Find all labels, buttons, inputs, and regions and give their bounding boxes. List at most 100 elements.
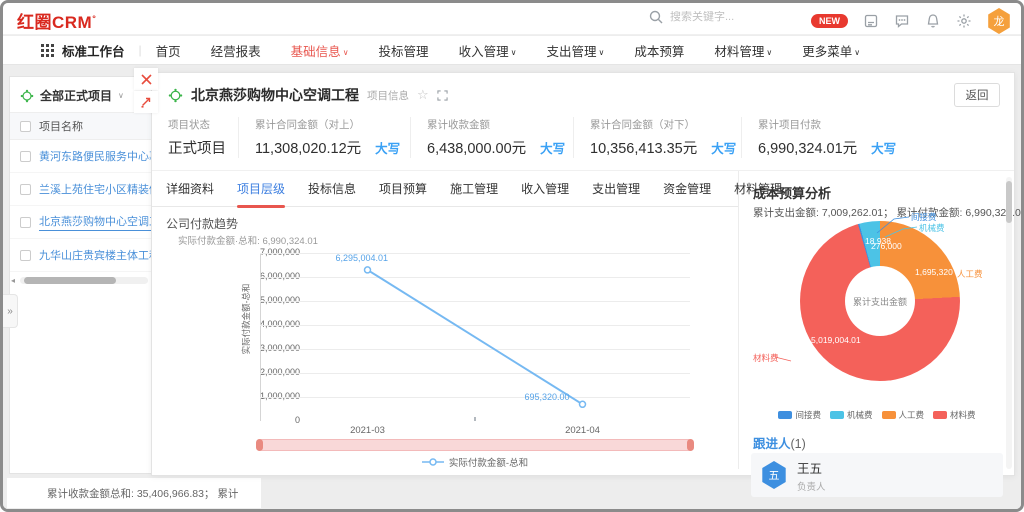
capitalized-link[interactable]: 大写	[375, 138, 400, 157]
stat-project-status: 项目状态 正式项目	[152, 117, 238, 158]
project-list-panel: 全部正式项目 ∨ 项目名称 黄河东路便民服务中心幕... 兰溪上苑住宅小区精装修…	[9, 76, 153, 474]
tab-construction[interactable]: 施工管理	[450, 171, 498, 207]
main-nav: 标准工作台 | 首页 经营报表 基础信息∨ 投标管理 收入管理∨ 支出管理∨ 成…	[3, 36, 1021, 65]
follower-role: 负责人	[797, 479, 826, 493]
nav-item-reports[interactable]: 经营报表	[211, 41, 261, 60]
tab-funds[interactable]: 资金管理	[663, 171, 711, 207]
slice-value-machinery: 276,000	[871, 241, 902, 251]
project-link[interactable]: 兰溪上苑住宅小区精装修...	[39, 181, 152, 197]
user-avatar[interactable]: 龙	[987, 8, 1011, 34]
tab-bidding[interactable]: 投标信息	[308, 171, 356, 207]
chevron-down-icon: ∨	[343, 48, 349, 57]
capitalized-link[interactable]: 大写	[711, 138, 736, 157]
tab-hierarchy[interactable]: 项目层级	[237, 171, 285, 207]
legend-marker-icon	[422, 457, 444, 467]
nav-item-cost-budget[interactable]: 成本预算	[634, 41, 684, 60]
scrollbar-thumb[interactable]	[24, 277, 116, 284]
stat-received: 累计收款金额 6,438,000.00元大写	[410, 117, 573, 158]
swatch	[830, 411, 844, 419]
close-button[interactable]	[134, 68, 158, 90]
workbench-label[interactable]: 标准工作台	[62, 41, 125, 60]
trend-line-svg	[260, 253, 690, 421]
nav-item-expense[interactable]: 支出管理∨	[546, 41, 604, 60]
capitalized-link[interactable]: 大写	[871, 138, 896, 157]
notes-icon[interactable]	[863, 13, 879, 29]
follower-card[interactable]: 五 王五 负责人	[751, 453, 1003, 497]
tab-budget[interactable]: 项目预算	[379, 171, 427, 207]
table-row-selected: 北京燕莎购物中心空调工程	[10, 206, 152, 239]
expand-arrow-icon	[140, 96, 152, 108]
legend-label: 实际付款金额-总和	[449, 455, 528, 469]
legend-item-machinery[interactable]: 机械费	[830, 409, 873, 421]
plot-area: 6,295,004.01 695,320.00 2021-03 2021-04	[260, 253, 690, 421]
content-area: 全部正式项目 ∨ 项目名称 黄河东路便民服务中心幕... 兰溪上苑住宅小区精装修…	[3, 66, 1021, 509]
scrollbar-thumb[interactable]	[1006, 181, 1012, 223]
zoom-handle-left[interactable]	[256, 439, 263, 451]
sidebar-collapse-handle[interactable]: »	[3, 294, 18, 328]
project-link[interactable]: 九华山庄贵宾楼主体工程	[39, 247, 152, 263]
slice-label-labor: 人工费	[957, 268, 983, 280]
nav-item-bidding[interactable]: 投标管理	[379, 41, 429, 60]
project-filter-label[interactable]: 全部正式项目	[40, 87, 112, 104]
cost-panel-title: 成本预算分析	[753, 183, 831, 202]
data-zoom-slider[interactable]	[256, 439, 694, 451]
totals-text: 累计收款金额总和: 35,406,966.83； 累计	[47, 486, 238, 501]
cost-analysis-panel: 成本预算分析 累计支出金额: 7,009,262.01； 累计付款金额: 6,9…	[739, 171, 1014, 469]
app-grid-icon[interactable]	[41, 44, 54, 57]
data-point-label: 695,320.00	[525, 392, 570, 402]
nav-item-basic-info[interactable]: 基础信息∨	[291, 41, 349, 60]
back-button[interactable]: 返回	[954, 83, 1000, 107]
row-checkbox[interactable]	[20, 184, 31, 195]
scroll-left-arrow[interactable]: ◂	[11, 276, 15, 285]
cost-donut-chart: 累计支出金额 间接费 机械费 人工费 材料费 18,938	[739, 211, 1015, 407]
row-checkbox[interactable]	[20, 151, 31, 162]
tab-expense[interactable]: 支出管理	[592, 171, 640, 207]
expand-button[interactable]	[134, 91, 158, 113]
capitalized-link[interactable]: 大写	[540, 138, 565, 157]
project-link[interactable]: 北京燕莎购物中心空调工程	[39, 213, 152, 231]
project-icon	[168, 88, 183, 103]
project-link[interactable]: 黄河东路便民服务中心幕...	[39, 148, 152, 164]
row-checkbox[interactable]	[20, 217, 31, 228]
app-window: 红圈CRM° NEW 龙 标准工作台 | 首页 经营报表 基础信息∨ 投标管理 …	[0, 0, 1024, 512]
chart-legend[interactable]: 实际付款金额-总和	[260, 455, 690, 469]
close-icon	[141, 74, 152, 85]
tab-income[interactable]: 收入管理	[521, 171, 569, 207]
bell-icon[interactable]	[925, 13, 941, 29]
select-all-checkbox[interactable]	[20, 121, 31, 132]
chart-subtitle: 实际付款金额·总和: 6,990,324.01	[178, 233, 318, 247]
new-badge[interactable]: NEW	[811, 14, 848, 28]
swatch	[778, 411, 792, 419]
list-totals-bar: 累计收款金额总和: 35,406,966.83； 累计	[7, 478, 261, 508]
legend-item-indirect[interactable]: 间接费	[778, 409, 821, 421]
nav-item-more[interactable]: 更多菜单∨	[802, 41, 860, 60]
row-checkbox[interactable]	[20, 250, 31, 261]
messages-icon[interactable]	[894, 13, 910, 29]
table-row: 黄河东路便民服务中心幕...	[10, 140, 152, 173]
zoom-handle-right[interactable]	[687, 439, 694, 451]
nav-item-home[interactable]: 首页	[156, 41, 181, 60]
stat-paid: 累计项目付款 6,990,324.01元大写	[741, 117, 911, 158]
fullscreen-icon[interactable]	[437, 90, 448, 101]
favorite-star-icon[interactable]: ☆	[417, 87, 429, 103]
x-tick: 2021-03	[350, 425, 385, 436]
legend-item-labor[interactable]: 人工费	[882, 409, 925, 421]
tab-details[interactable]: 详细资料	[166, 171, 214, 207]
search-input[interactable]	[670, 11, 790, 23]
chevron-down-icon[interactable]: ∨	[118, 91, 124, 100]
nav-item-materials[interactable]: 材料管理∨	[714, 41, 772, 60]
global-search[interactable]	[648, 9, 790, 25]
gear-icon[interactable]	[956, 13, 972, 29]
legend-item-material[interactable]: 材料费	[933, 409, 976, 421]
nav-item-income[interactable]: 收入管理∨	[459, 41, 517, 60]
follower-section-title: 跟进人(1)	[753, 433, 806, 452]
slice-value-labor: 1,695,320	[915, 267, 953, 277]
follower-name: 王五	[797, 458, 826, 477]
horizontal-scrollbar[interactable]: ◂	[10, 276, 152, 285]
project-scope-icon	[20, 89, 34, 103]
column-header-label: 项目名称	[39, 118, 83, 134]
x-tick: 2021-04	[565, 425, 600, 436]
vertical-scrollbar[interactable]	[1006, 177, 1012, 469]
page-title: 北京燕莎购物中心空调工程	[191, 85, 359, 105]
project-detail-panel: 北京燕莎购物中心空调工程 项目信息 ☆ 返回 项目状态 正式项目 累计合同金额（…	[151, 72, 1015, 476]
